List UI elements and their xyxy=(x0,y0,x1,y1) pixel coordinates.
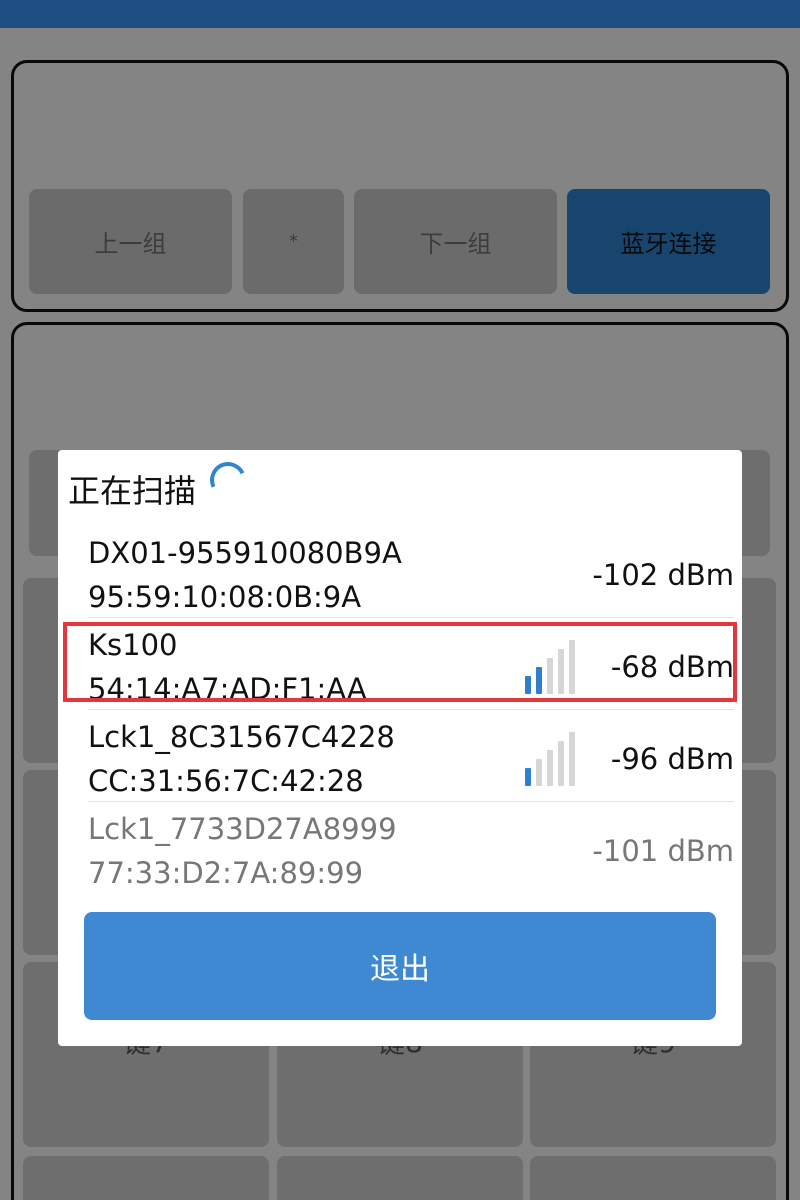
app-top-bar xyxy=(0,0,800,28)
device-row[interactable]: DX01-955910080B9A 95:59:10:08:0B:9A -102… xyxy=(88,528,734,618)
device-name: DX01-955910080B9A xyxy=(88,536,402,570)
device-rssi: -102 dBm xyxy=(592,558,734,592)
device-rssi: -101 dBm xyxy=(592,834,734,868)
dialog-title: 正在扫描 xyxy=(68,472,197,510)
bluetooth-scan-dialog: 正在扫描 DX01-955910080B9A 95:59:10:08:0B:9A… xyxy=(58,450,742,1046)
loading-spinner-icon xyxy=(204,456,252,504)
signal-strength-icon xyxy=(525,730,585,786)
device-mac: CC:31:56:7C:42:28 xyxy=(88,764,364,798)
exit-button[interactable]: 退出 xyxy=(84,912,716,1020)
device-name: Lck1_8C31567C4228 xyxy=(88,720,395,754)
device-name: Lck1_7733D27A8999 xyxy=(88,812,397,846)
device-mac: 77:33:D2:7A:89:99 xyxy=(88,856,364,890)
device-mac: 95:59:10:08:0B:9A xyxy=(88,580,362,614)
device-row[interactable]: Lck1_7733D27A8999 77:33:D2:7A:89:99 -101… xyxy=(88,804,734,894)
device-rssi: -96 dBm xyxy=(610,742,734,776)
selected-device-highlight xyxy=(63,622,737,702)
device-row[interactable]: Lck1_8C31567C4228 CC:31:56:7C:42:28 -96 … xyxy=(88,712,734,802)
